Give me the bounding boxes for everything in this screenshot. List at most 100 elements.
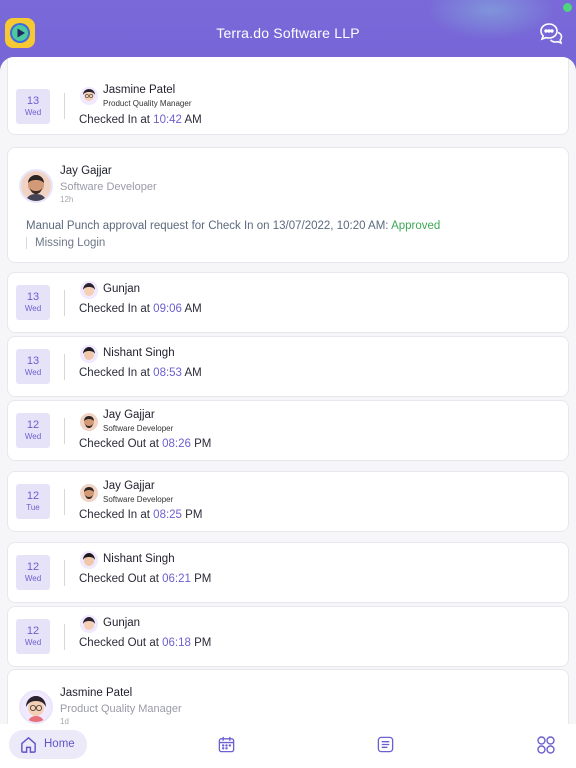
date-day: 13: [26, 95, 40, 107]
punch-time: 06:21: [162, 573, 191, 585]
punch-action: Checked In at: [79, 509, 150, 521]
punch-time: 06:18: [162, 637, 191, 649]
punch-status: Checked In at 08:53 AM: [79, 367, 202, 379]
list-icon[interactable]: [376, 735, 396, 755]
status-dot: [563, 3, 572, 12]
date-badge: 12 Tue: [16, 484, 50, 519]
punch-action: Checked In at: [79, 114, 150, 126]
punch-card[interactable]: 12 Wed Nishant Singh Checked Out at 06:2…: [7, 542, 569, 603]
date-weekday: Wed: [24, 638, 42, 647]
date-weekday: Wed: [24, 304, 42, 313]
date-weekday: Wed: [24, 368, 42, 377]
employee-name: Gunjan: [103, 283, 141, 295]
date-day: 13: [26, 291, 40, 303]
employee-role: Product Quality Manager: [60, 703, 182, 715]
employee-name: Gunjan: [103, 617, 141, 629]
avatar: [80, 484, 98, 502]
punch-time: 08:26: [162, 438, 191, 450]
date-badge: 12 Wed: [16, 413, 50, 448]
divider: [64, 560, 65, 586]
punch-action: Checked Out at: [79, 637, 159, 649]
date-badge: 13 Wed: [16, 89, 50, 124]
avatar: [80, 345, 98, 363]
punch-action: Checked Out at: [79, 573, 159, 585]
employee-role: Software Developer: [60, 181, 157, 193]
nav-home-label: Home: [44, 738, 75, 750]
avatar: [80, 413, 98, 431]
punch-ampm: AM: [184, 114, 202, 126]
request-card[interactable]: Jasmine Patel Product Quality Manager 1d: [7, 669, 569, 724]
avatar: [80, 281, 98, 299]
calendar-icon[interactable]: [217, 735, 237, 755]
avatar: [80, 615, 98, 633]
divider: [64, 624, 65, 650]
date-day: 13: [26, 355, 40, 367]
punch-time: 10:42: [153, 114, 182, 126]
punch-card[interactable]: 12 Wed Jay Gajjar Software Developer Che…: [7, 400, 569, 461]
punch-card[interactable]: 13 Wed Jasmine Patel Product Quality Man…: [7, 57, 569, 135]
grid-icon[interactable]: [536, 735, 556, 755]
request-text: Manual Punch approval request for Check …: [26, 220, 389, 232]
punch-action: Checked In at: [79, 303, 150, 315]
punch-time: 08:25: [153, 509, 182, 521]
punch-ampm: PM: [185, 509, 203, 521]
date-day: 12: [26, 419, 40, 431]
date-badge: 13 Wed: [16, 349, 50, 384]
nav-home-button[interactable]: Home: [9, 730, 87, 759]
punch-card[interactable]: 13 Wed Gunjan Checked In at 09:06 AM: [7, 272, 569, 333]
date-badge: 12 Wed: [16, 555, 50, 590]
divider: [64, 290, 65, 316]
request-message: Manual Punch approval request for Check …: [26, 220, 440, 232]
punch-card[interactable]: 12 Wed Gunjan Checked Out at 06:18 PM: [7, 606, 569, 667]
divider: [64, 489, 65, 515]
employee-name: Jasmine Patel: [103, 84, 176, 96]
status-badge: Approved: [391, 220, 441, 232]
employee-name: Nishant Singh: [103, 553, 175, 565]
post-age: 12h: [60, 195, 74, 204]
punch-time: 09:06: [153, 303, 182, 315]
date-day: 12: [26, 625, 40, 637]
punch-ampm: AM: [184, 367, 202, 379]
punch-card[interactable]: 13 Wed Nishant Singh Checked In at 08:53…: [7, 336, 569, 397]
employee-role: Software Developer: [103, 424, 174, 433]
punch-card[interactable]: 12 Tue Jay Gajjar Software Developer Che…: [7, 471, 569, 532]
employee-role: Product Quality Manager: [103, 99, 192, 108]
divider: [64, 354, 65, 380]
divider: [64, 93, 65, 119]
date-day: 12: [26, 490, 40, 502]
date-weekday: Tue: [26, 503, 40, 512]
activity-feed[interactable]: 13 Wed Jasmine Patel Product Quality Man…: [0, 57, 576, 724]
punch-time: 08:53: [153, 367, 182, 379]
chat-bubbles-icon[interactable]: [538, 20, 564, 46]
avatar: [80, 551, 98, 569]
date-weekday: Wed: [24, 432, 42, 441]
employee-name: Nishant Singh: [103, 347, 175, 359]
divider: [64, 418, 65, 444]
punch-status: Checked Out at 06:18 PM: [79, 637, 211, 649]
date-day: 12: [26, 561, 40, 573]
request-reason: Missing Login: [26, 237, 105, 249]
date-weekday: Wed: [24, 108, 42, 117]
punch-action: Checked Out at: [79, 438, 159, 450]
employee-name: Jasmine Patel: [60, 687, 133, 699]
punch-ampm: PM: [194, 438, 212, 450]
avatar: [19, 690, 53, 724]
employee-role: Software Developer: [103, 495, 174, 504]
date-badge: 13 Wed: [16, 285, 50, 320]
employee-name: Jay Gajjar: [103, 409, 155, 421]
date-badge: 12 Wed: [16, 619, 50, 654]
punch-status: Checked In at 09:06 AM: [79, 303, 202, 315]
punch-status: Checked In at 10:42 AM: [79, 114, 202, 126]
punch-status: Checked Out at 08:26 PM: [79, 438, 211, 450]
punch-ampm: AM: [184, 303, 202, 315]
punch-ampm: PM: [194, 637, 212, 649]
punch-ampm: PM: [194, 573, 212, 585]
post-age: 1d: [60, 717, 69, 724]
page-title: Terra.do Software LLP: [216, 25, 360, 41]
request-card[interactable]: Jay Gajjar Software Developer 12h Manual…: [7, 147, 569, 263]
punch-action: Checked In at: [79, 367, 150, 379]
bottom-nav: Home: [0, 724, 576, 768]
date-weekday: Wed: [24, 574, 42, 583]
home-icon: [19, 735, 39, 755]
avatar: [19, 169, 53, 203]
